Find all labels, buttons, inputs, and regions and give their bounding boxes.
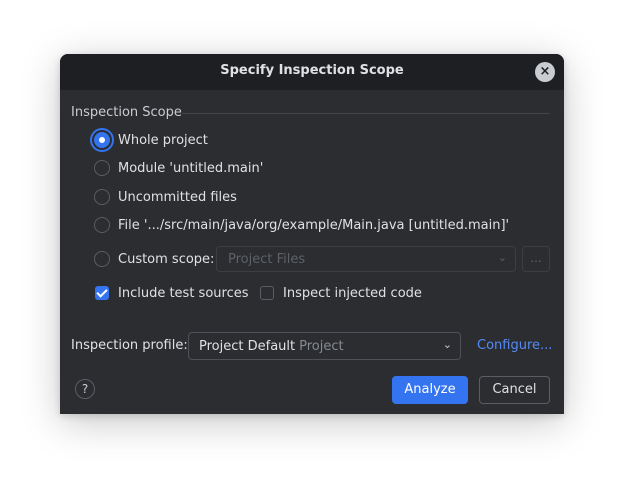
radio-button[interactable] <box>94 189 110 205</box>
cancel-button[interactable]: Cancel <box>479 376 550 404</box>
radio-whole-project[interactable]: Whole project <box>94 130 208 150</box>
radio-button[interactable] <box>94 160 110 176</box>
radio-label: Custom scope: <box>118 251 215 267</box>
title-bar: Specify Inspection Scope × <box>60 54 564 90</box>
inspect-injected-code-label: Inspect injected code <box>283 285 422 301</box>
analyze-button[interactable]: Analyze <box>392 376 468 404</box>
radio-button-selected[interactable] <box>94 132 110 148</box>
include-test-sources-checkbox-row[interactable]: Include test sources <box>95 284 249 302</box>
inspection-profile-label: Inspection profile: <box>71 338 188 353</box>
chevron-down-icon: ⌄ <box>497 251 507 264</box>
group-separator <box>182 113 550 114</box>
radio-module[interactable]: Module 'untitled.main' <box>94 158 263 178</box>
radio-button[interactable] <box>94 251 110 267</box>
profile-value: Project Default <box>199 339 296 354</box>
custom-scope-dropdown[interactable]: Project Files ⌄ <box>216 246 516 272</box>
inspect-injected-code-checkbox-row[interactable]: Inspect injected code <box>260 284 422 302</box>
radio-label: Module 'untitled.main' <box>118 160 264 176</box>
inspection-profile-dropdown[interactable]: Project Default Project ⌄ <box>188 332 461 360</box>
radio-file[interactable]: File '.../src/main/java/org/example/Main… <box>94 215 509 235</box>
chevron-down-icon: ⌄ <box>442 338 452 351</box>
radio-label: Whole project <box>118 132 208 148</box>
dialog-title: Specify Inspection Scope <box>220 63 404 78</box>
radio-label: File '.../src/main/java/org/example/Main… <box>118 217 510 233</box>
custom-scope-placeholder: Project Files <box>228 252 306 267</box>
inspection-scope-dialog: Specify Inspection Scope × Inspection Sc… <box>60 54 564 414</box>
radio-label: Uncommitted files <box>118 189 237 205</box>
inspection-scope-group-title: Inspection Scope <box>71 105 182 120</box>
help-icon[interactable]: ? <box>75 379 95 399</box>
browse-scope-button[interactable]: ... <box>522 246 550 272</box>
inspect-injected-code-checkbox[interactable] <box>260 286 274 300</box>
include-test-sources-checkbox[interactable] <box>95 286 109 300</box>
configure-link[interactable]: Configure... <box>477 338 552 353</box>
radio-button[interactable] <box>94 217 110 233</box>
close-icon[interactable]: × <box>535 62 555 82</box>
profile-value-sub: Project <box>299 339 344 354</box>
include-test-sources-label: Include test sources <box>118 285 249 301</box>
radio-custom-scope[interactable]: Custom scope: <box>94 249 214 269</box>
radio-uncommitted-files[interactable]: Uncommitted files <box>94 187 237 207</box>
